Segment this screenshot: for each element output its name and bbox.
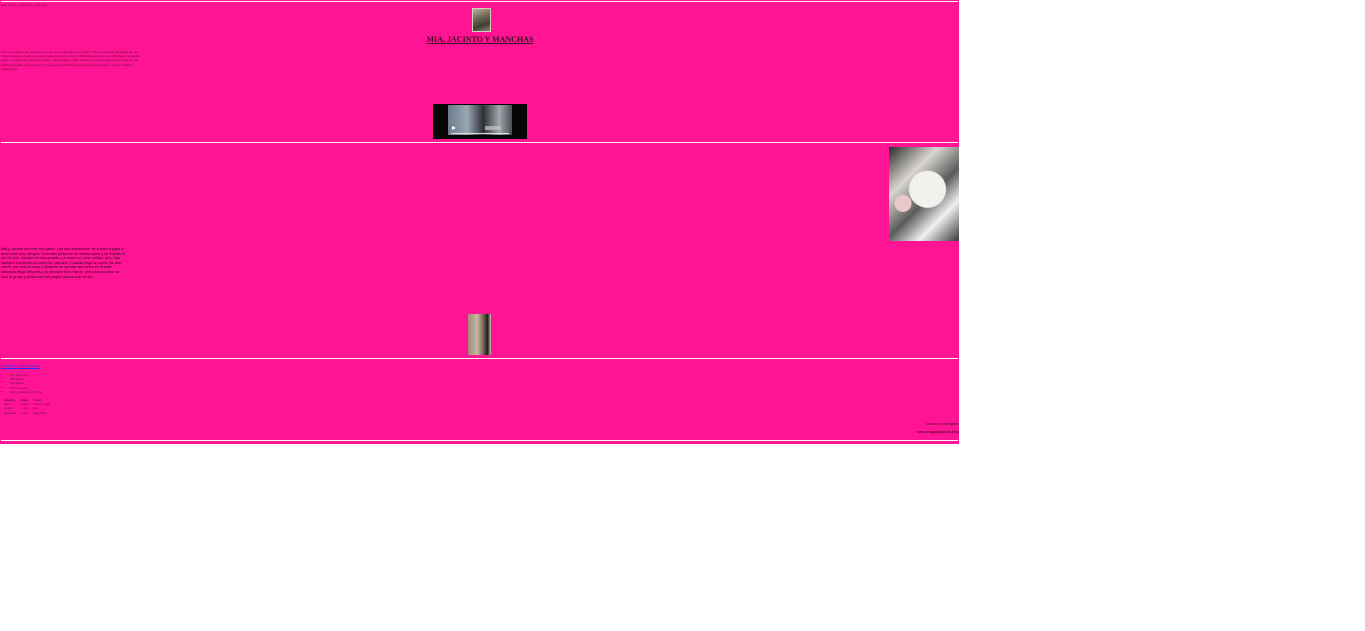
- cat-video-player[interactable]: [433, 104, 527, 139]
- header-small-text: Mia, Jacinto y Manchas - Mi blog: [1, 3, 48, 7]
- play-icon[interactable]: [452, 126, 456, 130]
- bottom-divider: [1, 440, 958, 441]
- list-item[interactable]: Otros animales del blog: [10, 390, 42, 394]
- pets-table: Nombre Edad Color Mia 3 años blanca y gr…: [2, 398, 52, 415]
- page-background: Mia, Jacinto y Manchas - Mi blog MIA, JA…: [0, 0, 959, 444]
- table-row: Manchas 1 año manchado: [2, 411, 52, 415]
- story-paragraph: Mia y Jacinto son mis dos gatos. Los dos…: [1, 247, 126, 279]
- footer-url[interactable]: www.miagatojacinto.blog: [882, 430, 959, 435]
- section-divider-1: [1, 142, 958, 143]
- pets-link[interactable]: Enlaces a otras mascotas: [1, 364, 40, 368]
- cat-paws-photo: [889, 147, 959, 241]
- cat-small-photo: [468, 314, 491, 355]
- top-divider: [1, 1, 958, 2]
- video-frame: [448, 105, 512, 135]
- header-cat-image: [472, 8, 491, 32]
- video-progress-bar[interactable]: [451, 133, 509, 134]
- footer-text: conoce a mis gatos: [926, 422, 959, 426]
- intro-paragraph: Esta es la historia de mis mascotas que …: [1, 50, 141, 71]
- table-cell: 1 año: [20, 410, 28, 415]
- page-title[interactable]: MIA, JACINTO Y MANCHAS: [380, 35, 580, 44]
- links-list: Los gatos de Mis perros Los peces Nuevas…: [4, 373, 42, 394]
- table-cell: manchado: [33, 410, 47, 415]
- table-cell: Manchas: [4, 410, 17, 415]
- volume-icon[interactable]: [485, 126, 501, 130]
- section-divider-2: [1, 358, 958, 359]
